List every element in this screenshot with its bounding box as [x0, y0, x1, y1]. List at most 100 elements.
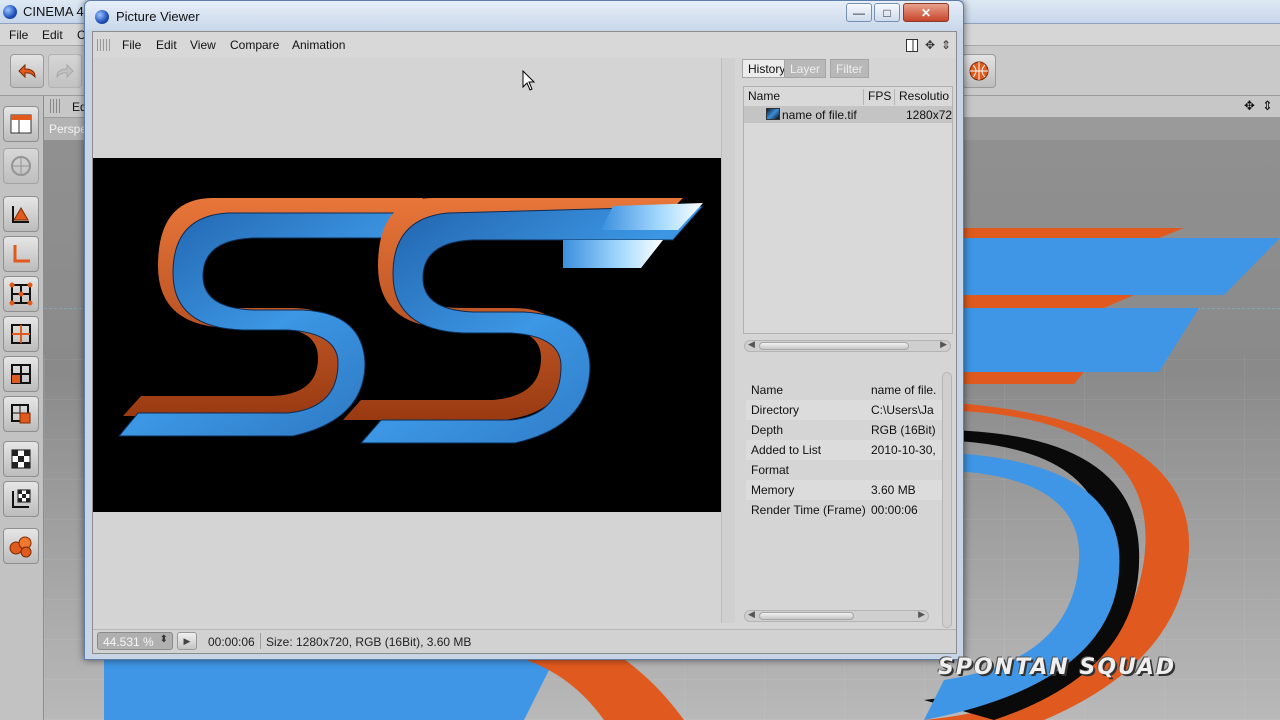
- scroll-left-icon[interactable]: ◀: [748, 339, 755, 350]
- status-divider: [260, 633, 261, 649]
- image-vertical-scrollbar[interactable]: [721, 58, 735, 623]
- info-row-directory: Directory C:\Users\Ja: [746, 400, 942, 420]
- c4d-left-toolbar: [0, 96, 44, 720]
- uv-grid-icon: [11, 404, 31, 424]
- pv-menu-file[interactable]: File: [122, 38, 141, 52]
- cinema4d-logo-icon: [95, 10, 109, 24]
- sculpt-button[interactable]: [3, 528, 39, 564]
- play-icon: ▶: [183, 635, 191, 646]
- column-header-fps[interactable]: FPS: [864, 89, 895, 105]
- zoom-view-icon[interactable]: ⇕: [1262, 98, 1273, 114]
- info-row-memory: Memory 3.60 MB: [746, 480, 942, 500]
- image-display-area[interactable]: [93, 58, 721, 623]
- c4d-window-title: CINEMA 4: [23, 4, 84, 19]
- model-mode-button[interactable]: [3, 148, 39, 184]
- info-vertical-scrollbar[interactable]: [942, 372, 952, 628]
- tab-filter[interactable]: Filter: [830, 59, 869, 78]
- redo-button[interactable]: [48, 54, 82, 88]
- history-file-name: name of file.tif: [782, 108, 857, 122]
- close-button[interactable]: ✕: [903, 3, 949, 22]
- history-row[interactable]: name of file.tif 1280x72: [744, 106, 952, 123]
- pv-titlebar[interactable]: Picture Viewer — □ ✕: [85, 1, 963, 31]
- tab-layer[interactable]: Layer: [784, 59, 827, 78]
- info-row-format: Format: [751, 463, 790, 477]
- sphere-grid-icon: [11, 156, 31, 176]
- scroll-right-icon[interactable]: ▶: [918, 609, 925, 620]
- polygons-mode-button[interactable]: [3, 356, 39, 392]
- cinema4d-logo-icon: [3, 5, 17, 19]
- image-thumbnail-icon: [766, 108, 780, 120]
- scroll-right-icon[interactable]: ▶: [940, 339, 947, 350]
- maximize-icon: □: [883, 5, 891, 20]
- zoom-field[interactable]: 44.531 % ⬍: [97, 632, 173, 650]
- undo-button[interactable]: [10, 54, 44, 88]
- play-button[interactable]: ▶: [177, 632, 197, 650]
- move-panel-icon[interactable]: ✥: [922, 37, 938, 53]
- pv-menu-animation[interactable]: Animation: [292, 38, 345, 52]
- info-row-name: Name name of file.: [751, 383, 937, 397]
- undo-icon: [18, 63, 36, 79]
- history-list[interactable]: Name FPS Resolutio name of file.tif 1280…: [743, 86, 953, 334]
- redo-icon: [56, 63, 74, 79]
- globe-icon: [969, 61, 989, 81]
- object-mode-button[interactable]: [3, 196, 39, 232]
- column-header-name[interactable]: Name: [744, 89, 864, 105]
- status-time: 00:00:06: [208, 635, 255, 649]
- uv-mode-button[interactable]: [3, 396, 39, 432]
- pv-menu-view[interactable]: View: [190, 38, 216, 52]
- rendered-image: [93, 158, 721, 512]
- scroll-left-icon[interactable]: ◀: [748, 609, 755, 620]
- c4d-menu-edit[interactable]: Edit: [42, 28, 63, 42]
- pv-menubar: File Edit View Compare Animation ✥ ⇕: [93, 32, 956, 58]
- move-view-icon[interactable]: ✥: [1244, 98, 1255, 114]
- info-row-added: Added to List 2010-10-30,: [746, 440, 942, 460]
- scrollbar-thumb[interactable]: [759, 612, 854, 620]
- minimize-button[interactable]: —: [846, 3, 872, 22]
- scrollbar-thumb[interactable]: [759, 342, 909, 350]
- panel-layout-icon[interactable]: [904, 37, 920, 53]
- history-resolution: 1280x72: [906, 108, 952, 122]
- viewport-grip-icon: [50, 99, 62, 113]
- menubar-grip-icon: [97, 39, 111, 51]
- column-header-resolution[interactable]: Resolutio: [895, 89, 953, 105]
- axis-icon: [13, 245, 30, 263]
- cone-axis-icon: [12, 206, 29, 223]
- points-grid-icon: [9, 282, 33, 306]
- edges-grid-icon: [11, 324, 31, 344]
- workplane-button[interactable]: [3, 481, 39, 517]
- checker-icon: [11, 449, 31, 469]
- pv-menu-edit[interactable]: Edit: [156, 38, 177, 52]
- render-button[interactable]: [962, 54, 996, 88]
- close-icon: ✕: [920, 5, 932, 20]
- c4d-menu-file[interactable]: File: [9, 28, 28, 42]
- polygons-grid-icon: [11, 364, 31, 384]
- history-horizontal-scrollbar[interactable]: ◀ ▶: [744, 339, 951, 352]
- ss-logo-render: [117, 198, 705, 444]
- layout-icon: [10, 114, 32, 134]
- zoom-value: 44.531 %: [103, 635, 154, 649]
- spheres-icon: [9, 536, 32, 558]
- mouse-pointer-icon: [522, 70, 536, 91]
- minimize-icon: —: [853, 5, 865, 20]
- points-mode-button[interactable]: [3, 276, 39, 312]
- edges-mode-button[interactable]: [3, 316, 39, 352]
- axis-mode-button[interactable]: [3, 236, 39, 272]
- pv-client-area: File Edit View Compare Animation ✥ ⇕ His…: [92, 31, 957, 654]
- pv-side-panel: History Layer Filter Name FPS Resolutio …: [738, 58, 956, 628]
- picture-viewer-window: Picture Viewer — □ ✕ File Edit View Comp…: [84, 0, 964, 660]
- pv-statusbar: 44.531 % ⬍ ▶ 00:00:06 Size: 1280x720, RG…: [93, 629, 956, 653]
- texture-mode-button[interactable]: [3, 441, 39, 477]
- zoom-spinner-icon[interactable]: ⬍: [160, 634, 168, 645]
- info-horizontal-scrollbar[interactable]: ◀ ▶: [744, 609, 929, 622]
- info-row-render-time: Render Time (Frame) 00:00:06: [751, 503, 918, 517]
- workplane-checker-icon: [12, 489, 31, 508]
- zoom-panel-icon[interactable]: ⇕: [938, 37, 954, 53]
- maximize-button[interactable]: □: [874, 3, 900, 22]
- pv-menu-compare[interactable]: Compare: [230, 38, 279, 52]
- status-image-info: Size: 1280x720, RGB (16Bit), 3.60 MB: [266, 635, 472, 649]
- layout-button[interactable]: [3, 106, 39, 142]
- watermark-text: SPONTAN SQUAD: [938, 655, 1177, 680]
- viewport-tab-label: Perspe: [49, 122, 88, 136]
- info-row-depth: Depth RGB (16Bit): [751, 423, 936, 437]
- pv-window-title: Picture Viewer: [116, 9, 200, 24]
